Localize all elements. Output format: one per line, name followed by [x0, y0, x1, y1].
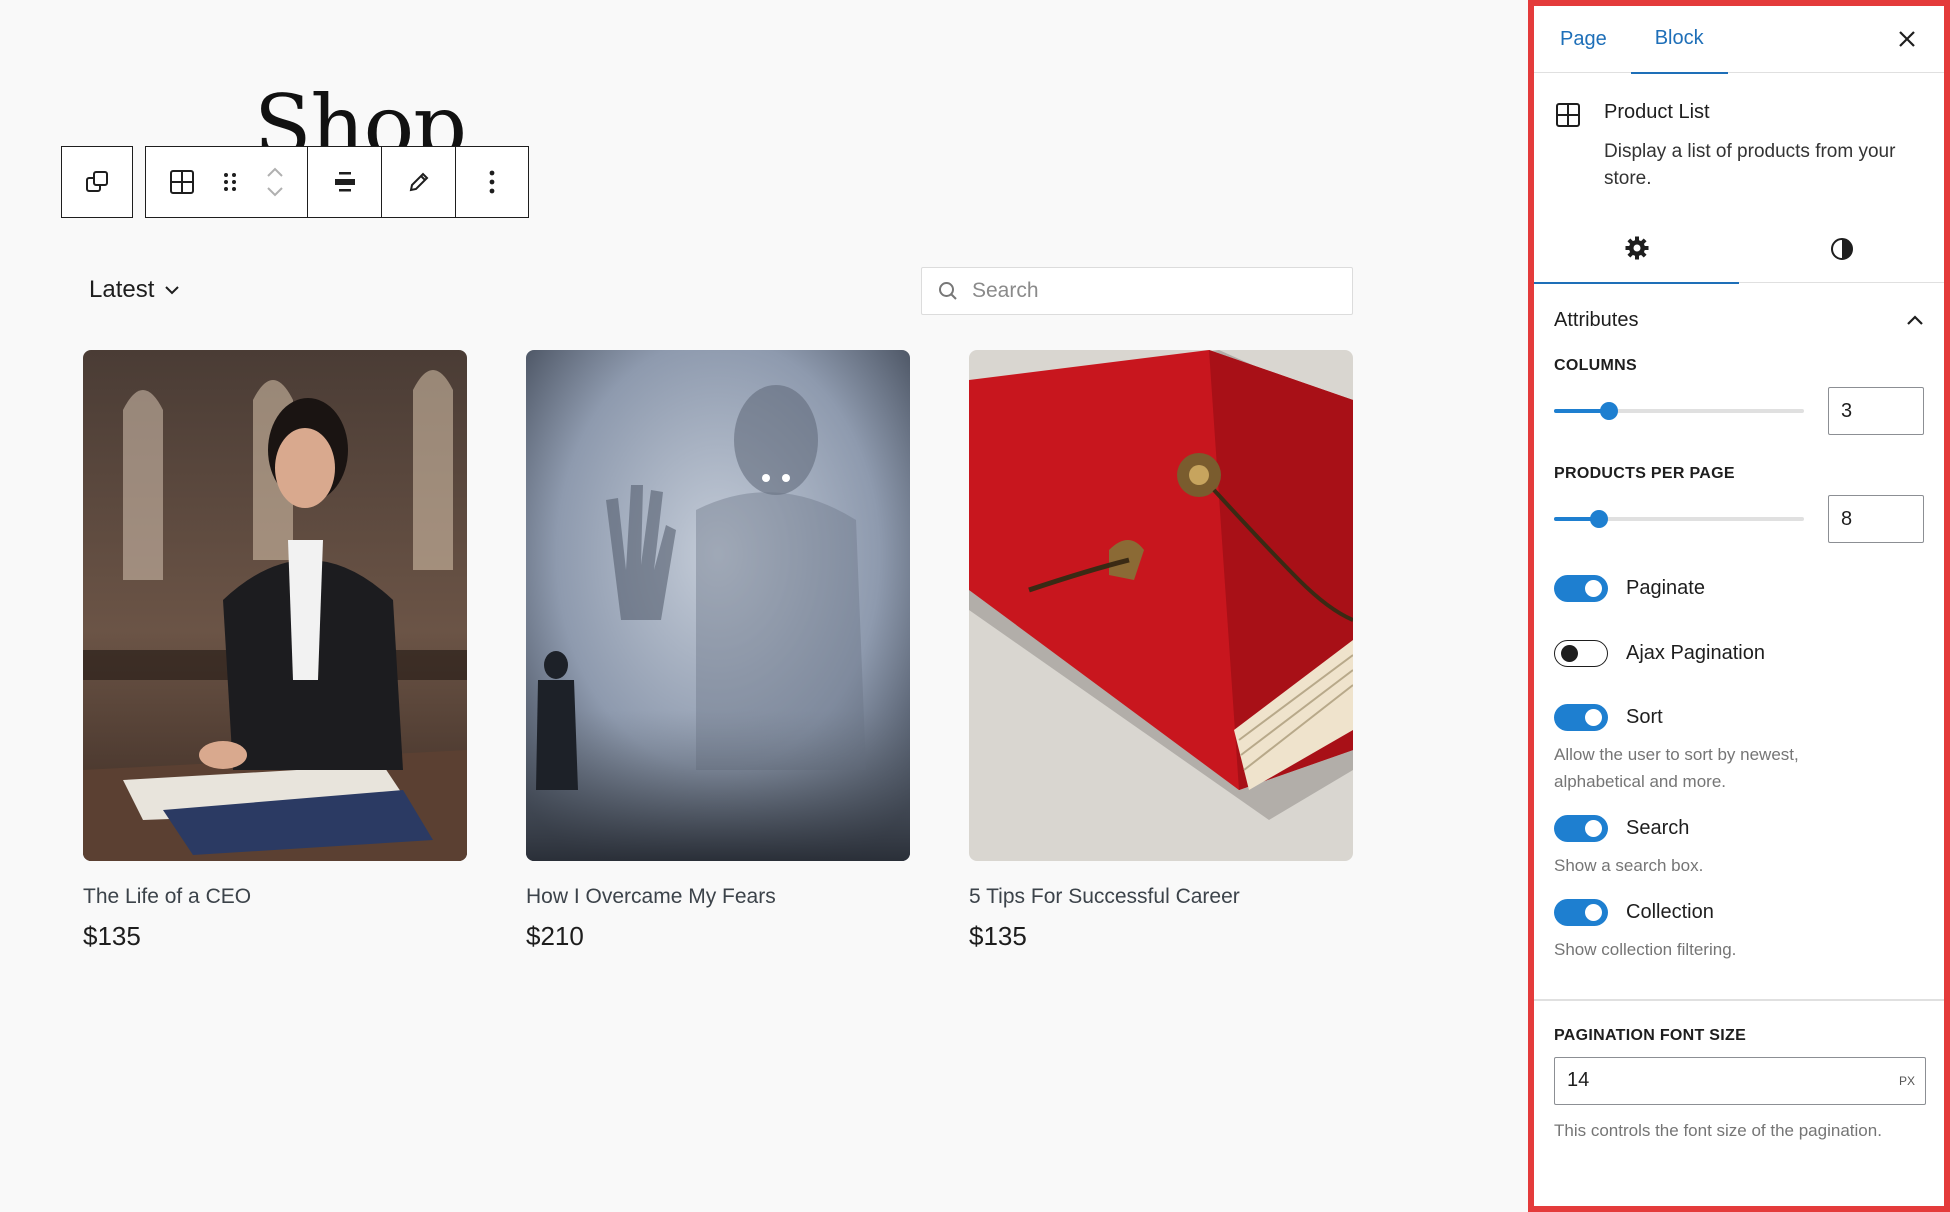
collection-toggle-label: Collection — [1626, 901, 1714, 923]
sort-help: Allow the user to sort by newest, alphab… — [1554, 745, 1799, 791]
columns-input[interactable] — [1828, 387, 1924, 435]
products-per-page-label: Products per page — [1554, 465, 1735, 482]
settings-sidebar: Page Block Product List Display a list o… — [1528, 0, 1950, 1212]
ajax-pagination-label: Ajax Pagination — [1626, 642, 1765, 664]
block-title: Product List — [1604, 101, 1710, 123]
paginate-toggle[interactable] — [1554, 575, 1608, 602]
close-sidebar-button[interactable] — [1898, 24, 1916, 54]
sort-label: Latest — [89, 276, 155, 303]
block-mover-group — [146, 147, 308, 217]
collection-help: Show collection filtering. — [1554, 940, 1737, 959]
gear-icon — [1625, 236, 1648, 260]
chevron-up-icon — [1907, 315, 1923, 325]
attributes-panel: Columns Products per page Paginate Ajax … — [1534, 357, 1944, 1144]
product-name[interactable]: The Life of a CEO — [83, 885, 467, 909]
product-price: $210 — [526, 921, 584, 951]
sidebar-tabs: Page Block — [1534, 6, 1944, 74]
columns-label: Columns — [1554, 357, 1637, 374]
product-image[interactable] — [969, 350, 1353, 861]
paginate-label: Paginate — [1626, 577, 1705, 599]
product-search — [921, 267, 1353, 315]
edit-button[interactable] — [382, 147, 456, 217]
product-name[interactable]: How I Overcame My Fears — [526, 885, 910, 909]
align-button[interactable] — [308, 147, 382, 217]
attributes-heading: Attributes — [1554, 308, 1639, 331]
product-card[interactable]: How I Overcame My Fears $210 — [526, 350, 910, 952]
attributes-panel-toggle[interactable]: Attributes — [1534, 283, 1944, 357]
product-image[interactable] — [526, 350, 910, 861]
duplicate-blocks-icon — [86, 171, 108, 192]
pagination-font-size-field: PX — [1554, 1056, 1926, 1105]
pagination-font-size-label: Pagination font size — [1554, 1026, 1747, 1044]
ajax-pagination-toggle-row: Ajax Pagination — [1554, 640, 1924, 667]
block-card: Product List Display a list of products … — [1534, 73, 1944, 215]
more-options-button[interactable] — [456, 147, 528, 217]
sort-dropdown[interactable]: Latest — [89, 276, 180, 304]
edit-pencil-icon — [409, 172, 428, 192]
block-toolbar — [145, 146, 529, 218]
sort-toggle-label: Sort — [1626, 706, 1663, 728]
paginate-toggle-row: Paginate — [1554, 575, 1924, 602]
search-toggle-label: Search — [1626, 817, 1690, 839]
product-image[interactable] — [83, 350, 467, 861]
product-price: $135 — [83, 921, 141, 951]
drag-handle[interactable] — [210, 147, 250, 217]
collection-toggle-row: Collection — [1554, 899, 1924, 926]
sort-toggle[interactable] — [1554, 704, 1608, 731]
drag-handle-icon — [223, 173, 236, 191]
tab-settings[interactable] — [1534, 215, 1739, 284]
tab-block[interactable]: Block — [1630, 6, 1728, 74]
columns-slider[interactable] — [1554, 402, 1804, 420]
editor-canvas: Shop Latest Search The Life of a CEO $13… — [0, 0, 1528, 1212]
products-per-page-slider[interactable] — [1554, 510, 1804, 528]
product-price: $135 — [969, 921, 1027, 951]
divider — [1534, 999, 1944, 1001]
unit-label[interactable]: PX — [1899, 1074, 1915, 1088]
ajax-pagination-toggle[interactable] — [1554, 640, 1608, 667]
search-toggle-row: Search — [1554, 815, 1924, 842]
move-down-button[interactable] — [266, 186, 284, 198]
more-options-icon — [489, 170, 495, 194]
product-grid-icon — [169, 170, 194, 194]
pagination-font-size-help: This controls the font size of the pagin… — [1554, 1120, 1882, 1140]
product-card[interactable]: The Life of a CEO $135 — [83, 350, 467, 952]
collection-toggle[interactable] — [1554, 899, 1608, 926]
move-down-icon — [266, 187, 283, 197]
products-per-page-slider-thumb[interactable] — [1590, 510, 1608, 528]
products-per-page-input[interactable] — [1828, 495, 1924, 543]
block-type-button[interactable] — [154, 147, 210, 217]
move-up-icon — [266, 167, 283, 177]
columns-slider-thumb[interactable] — [1600, 402, 1618, 420]
pagination-font-size-input[interactable] — [1567, 1069, 1867, 1092]
product-name[interactable]: 5 Tips For Successful Career — [969, 885, 1353, 909]
tab-page[interactable]: Page — [1560, 6, 1631, 72]
search-help: Show a search box. — [1554, 856, 1704, 875]
tab-styles[interactable] — [1739, 215, 1944, 282]
search-icon — [939, 282, 957, 300]
block-description: Display a list of products from your sto… — [1604, 141, 1896, 189]
align-center-icon — [334, 172, 355, 192]
chevron-down-icon — [165, 286, 180, 295]
search-input[interactable] — [972, 279, 1332, 303]
product-card[interactable]: 5 Tips For Successful Career $135 — [969, 350, 1353, 952]
close-icon — [1899, 31, 1915, 47]
search-toggle[interactable] — [1554, 815, 1608, 842]
product-grid-icon — [1556, 103, 1580, 127]
move-up-button[interactable] — [266, 166, 284, 178]
duplicate-blocks-button[interactable] — [61, 146, 133, 218]
inspector-tabs — [1534, 215, 1944, 284]
sort-toggle-row: Sort — [1554, 704, 1924, 731]
block-mover — [250, 147, 300, 217]
contrast-icon — [1830, 237, 1853, 260]
